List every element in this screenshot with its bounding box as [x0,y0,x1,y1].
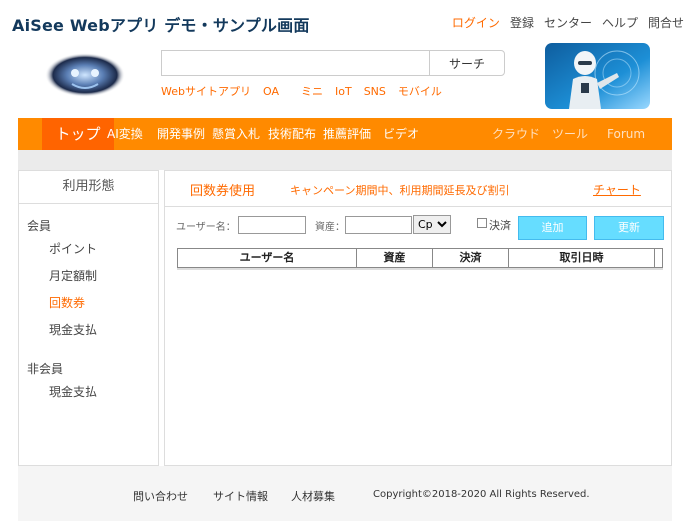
quick-link-oa[interactable]: OA [263,85,279,98]
register-link[interactable]: 登録 [510,16,534,30]
nav-forum[interactable]: Forum [607,118,645,150]
settled-checkbox[interactable] [477,218,487,228]
asset-input[interactable] [345,216,412,234]
asset-type-select[interactable]: Cp [413,215,451,234]
footer-site-info-link[interactable]: サイト情報 [213,488,268,504]
footer-contact-link[interactable]: 問い合わせ [133,488,188,504]
column-datetime[interactable]: 取引日時 [509,249,655,267]
sidebar-item-cash[interactable]: 現金支払 [49,321,97,338]
table-body [177,268,663,270]
divider [165,206,671,207]
sidebar-item-points[interactable]: ポイント [49,240,97,257]
contact-link[interactable]: 問合せ [648,16,684,30]
campaign-notice: キャンペーン期間中、利用期間延長及び割引 [290,184,510,197]
footer-copyright: Copyright©2018-2020 All Rights Reserved. [373,489,590,500]
quick-link-mobile[interactable]: モバイル [398,85,442,98]
footer: 問い合わせ サイト情報 人材募集 Copyright©2018-2020 All… [18,466,672,521]
top-links: ログイン 登録 センター ヘルプ 問合せ [442,14,684,31]
search-quick-links: Webサイトアプリ OA ミニ IoT SNS モバイル [161,83,454,99]
center-link[interactable]: センター [544,16,592,30]
main-panel: 回数券使用 キャンペーン期間中、利用期間延長及び割引 チャート ユーザー名： 資… [164,170,672,466]
column-settled[interactable]: 決済 [433,249,509,267]
nav-cloud[interactable]: クラウド [492,118,540,150]
refresh-button[interactable]: 更新 [594,216,664,240]
quick-link-mini[interactable]: ミニ [301,85,323,98]
help-link[interactable]: ヘルプ [602,16,638,30]
sidebar-heading: 利用形態 [19,171,158,204]
username-input[interactable] [238,216,306,234]
nav-spacer [18,150,672,170]
sidebar: 利用形態 会員 ポイント 月定額制 回数券 現金支払 非会員 現金支払 [18,170,159,466]
footer-recruit-link[interactable]: 人材募集 [291,488,335,504]
quick-link-iot[interactable]: IoT [335,85,352,98]
sidebar-item-nonmember-cash[interactable]: 現金支払 [49,383,97,400]
nav-tools[interactable]: ツール [552,118,588,150]
search-input[interactable] [161,50,429,76]
search-button[interactable]: サーチ [429,50,505,76]
login-link[interactable]: ログイン [452,16,500,30]
quick-link-sns[interactable]: SNS [364,85,386,98]
quick-link-websiteapp[interactable]: Webサイトアプリ [161,85,251,98]
sidebar-item-monthly[interactable]: 月定額制 [49,267,97,284]
site-logo [45,53,125,97]
asset-label: 資産： [315,222,345,233]
site-title: AiSee Webアプリ デモ・サンプル画面 [12,16,310,35]
chart-link[interactable]: チャート [593,181,641,198]
column-asset[interactable]: 資産 [357,249,433,267]
sidebar-group-nonmember: 非会員 [27,362,64,376]
column-username[interactable]: ユーザー名 [178,249,357,267]
nav-home[interactable]: トップ [42,118,114,150]
nav-tech-dist[interactable]: 技術配布 [268,118,316,150]
settled-label: 決済 [489,219,511,232]
nav-video[interactable]: ビデオ [383,118,419,150]
page-title: 回数券使用 [190,184,256,199]
nav-prize-bid[interactable]: 懸賞入札 [212,118,260,150]
nav-ai-convert[interactable]: AI変換 [107,118,143,150]
add-button[interactable]: 追加 [518,216,587,240]
robot-banner-image [545,43,650,109]
transactions-table-header: ユーザー名 資産 決済 取引日時 [177,248,663,268]
main-nav: トップ AI変換 開発事例 懸賞入札 技術配布 推薦評価 ビデオ クラウド ツー… [18,118,672,150]
sidebar-group-member: 会員 [27,219,52,233]
nav-recommend[interactable]: 推薦評価 [323,118,371,150]
nav-dev-cases[interactable]: 開発事例 [157,118,205,150]
sidebar-item-tickets[interactable]: 回数券 [49,294,85,311]
username-label: ユーザー名： [176,222,236,233]
